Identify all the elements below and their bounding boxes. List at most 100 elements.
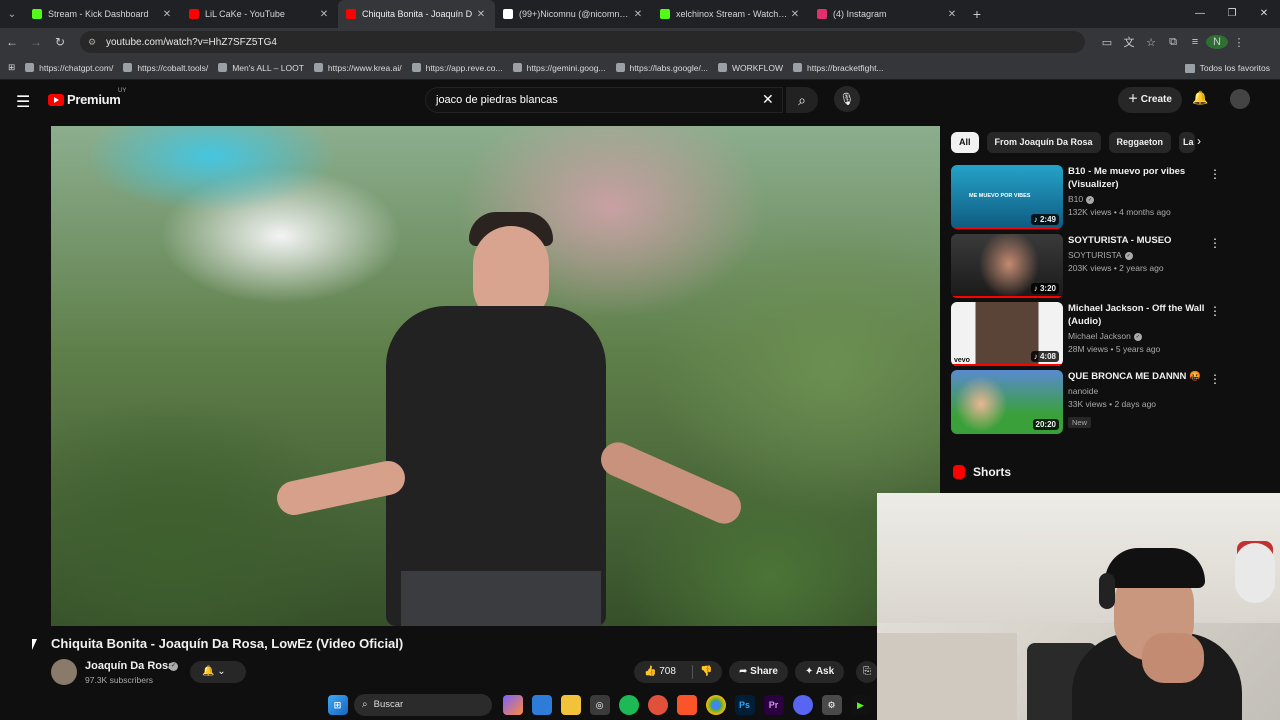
recommendation-item[interactable]: vevo ♪ 4:08 Michael Jackson - Off the Wa… (951, 302, 1221, 366)
video-thumbnail[interactable]: 20:20 (951, 370, 1063, 434)
browser-tab[interactable]: (99+)Nicomnu (@nicomnu) | Ti ✕ (495, 0, 652, 28)
browser-tab-active[interactable]: Chiquita Bonita - Joaquín D ✕ (338, 0, 495, 28)
video-player[interactable] (51, 126, 940, 626)
new-badge: New (1068, 417, 1092, 428)
clear-search-icon[interactable]: ✕ (762, 91, 774, 108)
bookmark-item[interactable]: https://chatgpt.com/ (25, 63, 113, 73)
back-icon[interactable]: ← (0, 35, 24, 49)
youtube-logo[interactable]: Premium UY (48, 88, 126, 107)
extensions-icon[interactable]: ⧉ (1162, 36, 1184, 49)
more-vert-icon[interactable]: ⋮ (1209, 372, 1221, 386)
create-button[interactable]: ＋ Create (1118, 87, 1182, 113)
new-tab-button[interactable]: + (966, 6, 988, 22)
youtube-favicon-icon (346, 9, 356, 19)
brave-icon[interactable] (676, 695, 697, 715)
save-icon[interactable]: ⎘ (856, 661, 878, 683)
recommendation-channel[interactable]: B10 ✓ (1068, 194, 1095, 204)
chip-all[interactable]: All (951, 131, 979, 153)
more-menu-icon[interactable]: ⋮ (1228, 36, 1250, 49)
reload-icon[interactable]: ↻ (48, 35, 72, 49)
notifications-icon[interactable]: 🔔 (1192, 90, 1208, 106)
ask-button[interactable]: ✦ Ask (795, 661, 845, 683)
photoshop-icon[interactable]: Ps (734, 695, 755, 715)
media-icon[interactable]: ≡ (1184, 36, 1206, 48)
profile-icon[interactable]: N (1206, 35, 1228, 49)
url-input[interactable]: ⚙ youtube.com/watch?v=HhZ7SFZ5TG4 (80, 31, 1085, 53)
tiktok-favicon-icon (503, 9, 513, 19)
bookmark-item[interactable]: WORKFLOW (717, 63, 783, 73)
channel-label: SOYTURISTA (1068, 250, 1122, 260)
recommendation-item[interactable]: 20:20 QUE BRONCA ME DANNN 🤬 nanoide 33K … (951, 370, 1221, 434)
chrome-icon[interactable] (705, 695, 726, 715)
bookmark-item[interactable]: https://bracketfight... (792, 63, 884, 73)
browser-tab[interactable]: (4) Instagram ✕ (809, 0, 966, 28)
translate-icon[interactable]: 文 (1118, 34, 1140, 50)
menu-icon[interactable]: ☰ (16, 92, 30, 112)
bookmark-item[interactable]: Men's ALL – LOOT (218, 63, 304, 73)
all-bookmarks-folder[interactable]: Todos los favoritos (1184, 56, 1270, 80)
file-explorer-icon[interactable] (560, 695, 581, 715)
restore-icon[interactable]: ❐ (1216, 0, 1248, 28)
taskbar-search-input[interactable]: ⌕ Buscar (354, 694, 492, 716)
chevron-right-icon[interactable]: › (1197, 134, 1201, 148)
bookmark-star-icon[interactable]: ☆ (1140, 36, 1162, 49)
microphone-icon[interactable]: 🎙 (834, 86, 860, 112)
apps-icon[interactable]: ⊞ (8, 62, 15, 73)
video-thumbnail[interactable]: ME MUEVO POR VIBES ♪ 2:49 (951, 165, 1063, 229)
kick-app-icon[interactable]: ▶ (850, 695, 871, 715)
premiere-icon[interactable]: Pr (763, 695, 784, 715)
browser-tab[interactable]: Stream - Kick Dashboard ✕ (24, 0, 181, 28)
video-thumbnail[interactable]: ♪ 3:20 (951, 234, 1063, 298)
chip-from-channel[interactable]: From Joaquín Da Rosa (986, 131, 1101, 153)
search-input[interactable]: joaco de piedras blancas (425, 87, 783, 113)
cast-icon[interactable]: ▭ (1096, 36, 1118, 49)
like-button[interactable]: 👍 708 (644, 666, 676, 677)
close-tab-icon[interactable]: ✕ (632, 9, 644, 20)
more-vert-icon[interactable]: ⋮ (1209, 167, 1221, 181)
site-info-icon[interactable]: ⚙ (88, 37, 102, 48)
browser-tab[interactable]: LiL CaKe - YouTube ✕ (181, 0, 338, 28)
search-icon[interactable]: ⌕ (786, 87, 818, 113)
recommendation-channel[interactable]: nanoide (1068, 386, 1098, 396)
close-window-icon[interactable]: ✕ (1248, 0, 1280, 28)
close-tab-icon[interactable]: ✕ (475, 9, 487, 20)
bookmark-item[interactable]: https://cobalt.tools/ (123, 63, 208, 73)
share-button[interactable]: ➦ Share (729, 661, 788, 683)
copilot-icon[interactable] (502, 695, 523, 715)
more-vert-icon[interactable]: ⋮ (1209, 236, 1221, 250)
edge-app-icon[interactable] (531, 695, 552, 715)
channel-name[interactable]: Joaquín Da Rosa (85, 660, 174, 672)
discord-icon[interactable] (792, 695, 813, 715)
bookmark-item[interactable]: https://gemini.goog... (512, 62, 606, 73)
recommendation-item[interactable]: ME MUEVO POR VIBES ♪ 2:49 B10 - Me muevo… (951, 165, 1221, 229)
thumbs-down-icon[interactable]: 👎 (700, 661, 712, 683)
subscription-bell-button[interactable]: 🔔 ⌄ (190, 661, 246, 683)
windows-start-icon[interactable]: ⊞ (327, 695, 348, 715)
bookmark-item[interactable]: https://www.krea.ai/ (313, 63, 402, 73)
obs-icon[interactable] (647, 695, 668, 715)
bookmark-label: https://gemini.goog... (526, 62, 606, 73)
close-tab-icon[interactable]: ✕ (789, 9, 801, 20)
channel-avatar[interactable] (51, 659, 77, 685)
settings-icon[interactable]: ⚙ (821, 695, 842, 715)
tab-title: (4) Instagram (833, 9, 887, 19)
chip-reggaeton[interactable]: Reggaeton (1108, 131, 1172, 153)
recommendation-channel[interactable]: SOYTURISTA ✓ (1068, 250, 1133, 260)
account-avatar[interactable] (1230, 89, 1250, 109)
tab-search-icon[interactable]: ⌄ (0, 0, 24, 28)
chatgpt-icon[interactable]: ◎ (589, 695, 610, 715)
video-thumbnail[interactable]: vevo ♪ 4:08 (951, 302, 1063, 366)
close-tab-icon[interactable]: ✕ (161, 9, 173, 20)
recommendation-channel[interactable]: Michael Jackson ✓ (1068, 331, 1142, 341)
close-tab-icon[interactable]: ✕ (318, 9, 330, 20)
bookmark-item[interactable]: https://app.reve.co... (411, 63, 503, 73)
close-tab-icon[interactable]: ✕ (946, 9, 958, 20)
spotify-icon[interactable] (618, 695, 639, 715)
forward-icon[interactable]: → (24, 35, 48, 49)
recommendation-item[interactable]: ♪ 3:20 SOYTURISTA - MUSEO SOYTURISTA ✓ 20… (951, 234, 1221, 298)
browser-tab[interactable]: xelchinox Stream - Watch Live ✕ (652, 0, 809, 28)
chip-partial[interactable]: La (1179, 131, 1196, 153)
more-vert-icon[interactable]: ⋮ (1209, 304, 1221, 318)
minimize-icon[interactable]: — (1184, 0, 1216, 28)
bookmark-item[interactable]: https://labs.google/... (615, 63, 708, 73)
